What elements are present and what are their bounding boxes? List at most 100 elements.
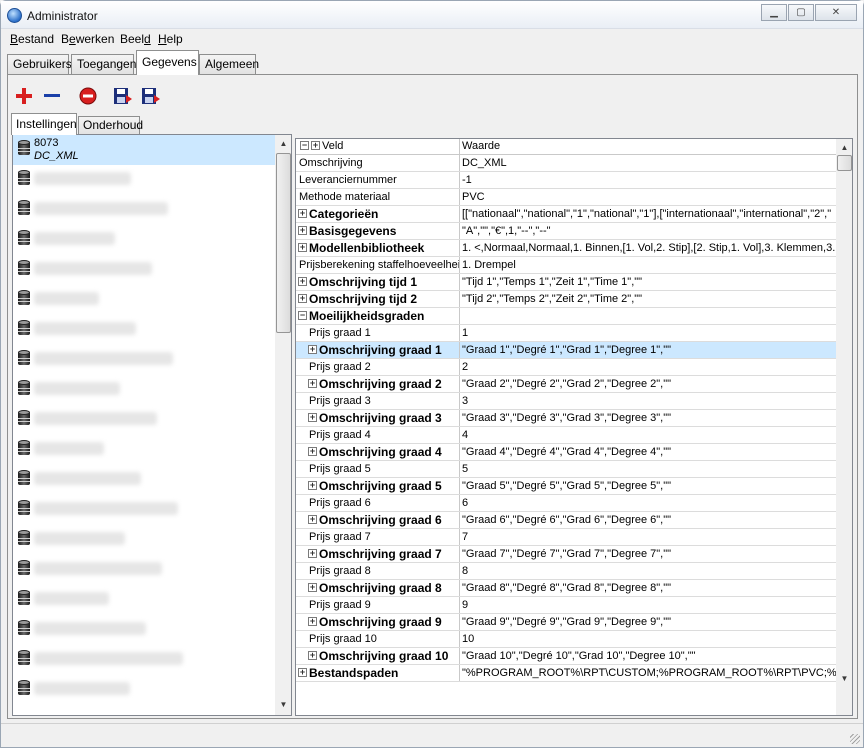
grid-row-value[interactable]: "Graad 10","Degré 10","Grad 10","Degree … [462,648,836,664]
left-scrollbar[interactable]: ▲ ▼ [275,135,291,715]
grid-row-value[interactable]: "Graad 6","Degré 6","Grad 6","Degree 6",… [462,512,836,528]
tab-gebruikers[interactable]: Gebruikers [7,54,72,74]
database-item[interactable] [13,225,275,255]
header-field[interactable]: − + Veld [298,139,460,155]
grid-row-value[interactable]: 9 [462,597,836,613]
collapse-icon[interactable]: − [298,311,307,321]
database-item[interactable] [13,525,275,555]
database-item[interactable] [13,195,275,225]
expand-icon[interactable]: + [308,583,317,593]
grid-row[interactable]: + Omschrijving tijd 1 "Tijd 1","Temps 1","… [296,274,836,291]
grid-row[interactable]: + Omschrijving graad 8 "Graad 8","Degré 8"… [296,580,836,597]
database-list[interactable]: 8073 DC_XML ▲ ▼ [12,134,292,716]
grid-row[interactable]: Leveranciernummer -1 [296,172,836,189]
grid-row-value[interactable]: "Graad 1","Degré 1","Grad 1","Degree 1",… [462,342,836,358]
database-item[interactable] [13,465,275,495]
grid-row-value[interactable]: DC_XML [462,155,836,171]
resize-grip-icon[interactable] [850,734,860,744]
grid-row-value[interactable]: "Graad 2","Degré 2","Grad 2","Degree 2",… [462,376,836,392]
database-item[interactable] [13,645,275,675]
grid-row[interactable]: Prijs graad 2 2 [296,359,836,376]
expand-icon[interactable]: + [308,413,317,423]
database-item[interactable] [13,255,275,285]
title-bar[interactable]: Administrator ▁ ▢ ✕ [1,1,863,29]
grid-row[interactable]: + Omschrijving graad 2 "Graad 2","Degré 2"… [296,376,836,393]
grid-row-value[interactable]: "A","","€",1,"--","--" [462,223,836,239]
minimize-button[interactable]: ▁ [761,4,787,21]
grid-row-value[interactable]: [["nationaal","national","1","national",… [462,206,836,222]
menu-bewerken[interactable]: Bewerken [61,32,114,46]
delete-button[interactable] [77,85,99,107]
database-item[interactable] [13,675,275,705]
add-button[interactable] [13,85,35,107]
grid-row[interactable]: + Omschrijving graad 5 "Graad 5","Degré 5"… [296,478,836,495]
scroll-down-icon[interactable]: ▼ [275,697,291,713]
scroll-up-icon[interactable]: ▲ [275,136,291,152]
grid-row-value[interactable]: 1 [462,325,836,341]
expand-icon[interactable]: + [308,345,317,355]
grid-row-value[interactable]: 1. Drempel [462,257,836,273]
tab-instellingen[interactable]: Instellingen [11,113,77,135]
database-item[interactable] [13,315,275,345]
save-button[interactable] [111,85,133,107]
expand-icon[interactable]: + [308,515,317,525]
grid-row[interactable]: + Modellenbibliotheek 1. <,Normaal,Normaal… [296,240,836,257]
database-item[interactable] [13,615,275,645]
expand-icon[interactable]: + [308,447,317,457]
expand-icon[interactable]: + [308,651,317,661]
grid-row-value[interactable] [462,308,836,324]
database-item[interactable] [13,555,275,585]
grid-row[interactable]: + Omschrijving graad 9 "Graad 9","Degré 9"… [296,614,836,631]
maximize-button[interactable]: ▢ [788,4,814,21]
grid-row-value[interactable]: -1 [462,172,836,188]
grid-row[interactable]: Prijsberekening staffelhoeveelheic 1. Dre… [296,257,836,274]
database-item[interactable] [13,375,275,405]
expand-icon[interactable]: + [308,549,317,559]
tab-toegangen[interactable]: Toegangen [71,54,136,74]
menu-help[interactable]: Help [158,32,183,46]
grid-row-value[interactable]: 4 [462,427,836,443]
grid-scroll-down-icon[interactable]: ▼ [836,671,852,687]
grid-row[interactable]: + Omschrijving graad 1 "Graad 1","Degré 1"… [296,342,836,359]
grid-row[interactable]: + Omschrijving graad 6 "Graad 6","Degré 6"… [296,512,836,529]
grid-row-value[interactable]: "Tijd 1","Temps 1","Zeit 1","Time 1","" [462,274,836,290]
expand-icon[interactable]: + [298,668,307,678]
grid-row-value[interactable]: 6 [462,495,836,511]
grid-scroll-up-icon[interactable]: ▲ [836,140,852,156]
expand-icon[interactable]: + [298,243,307,253]
grid-scrollbar[interactable]: ▲ ▼ [836,139,852,715]
grid-row-value[interactable]: "Graad 3","Degré 3","Grad 3","Degree 3",… [462,410,836,426]
property-grid[interactable]: − + Veld Waarde Omschrijving DC_XML Leveranc… [295,138,853,716]
expand-icon[interactable]: + [298,226,307,236]
grid-row[interactable]: Prijs graad 9 9 [296,597,836,614]
grid-row[interactable]: Prijs graad 6 6 [296,495,836,512]
grid-scroll-thumb[interactable] [837,155,852,171]
database-item[interactable] [13,495,275,525]
database-item[interactable] [13,435,275,465]
grid-row-value[interactable]: "Graad 8","Degré 8","Grad 8","Degree 8",… [462,580,836,596]
collapse-all-icon[interactable]: − [300,140,309,150]
grid-row[interactable]: Prijs graad 1 1 [296,325,836,342]
database-item[interactable] [13,285,275,315]
menu-beeld[interactable]: Beeld [120,32,151,46]
grid-row[interactable]: − Moeilijkheidsgraden [296,308,836,325]
grid-row-value[interactable]: 8 [462,563,836,579]
grid-row[interactable]: Prijs graad 10 10 [296,631,836,648]
database-item[interactable] [13,345,275,375]
grid-row[interactable]: + Omschrijving graad 7 "Graad 7","Degré 7"… [296,546,836,563]
grid-row-value[interactable]: PVC [462,189,836,205]
grid-row[interactable]: + Omschrijving graad 4 "Graad 4","Degré 4"… [296,444,836,461]
database-item[interactable] [13,405,275,435]
grid-row[interactable]: Omschrijving DC_XML [296,155,836,172]
expand-icon[interactable]: + [298,294,307,304]
grid-row[interactable]: + Omschrijving tijd 2 "Tijd 2","Temps 2","… [296,291,836,308]
database-item[interactable] [13,165,275,195]
grid-row-value[interactable]: 5 [462,461,836,477]
tab-algemeen[interactable]: Algemeen [199,54,259,74]
grid-row[interactable]: + Omschrijving graad 3 "Graad 3","Degré 3"… [296,410,836,427]
grid-row[interactable]: Prijs graad 3 3 [296,393,836,410]
grid-row[interactable]: + Categorieën [["nationaal","national","1"… [296,206,836,223]
grid-row-value[interactable]: 3 [462,393,836,409]
grid-row-value[interactable]: "Graad 5","Degré 5","Grad 5","Degree 5",… [462,478,836,494]
tab-gegevens[interactable]: Gegevens [136,50,199,75]
